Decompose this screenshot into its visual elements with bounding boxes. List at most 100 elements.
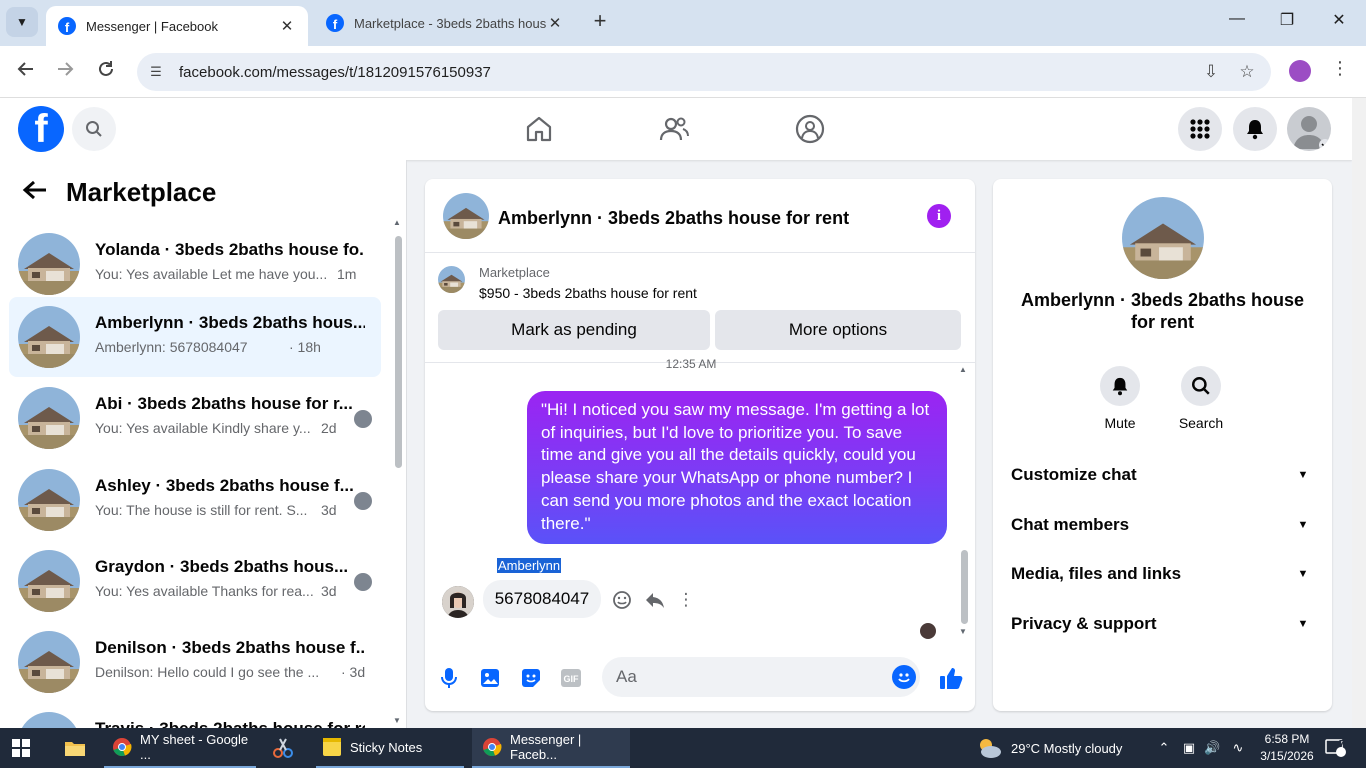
conversation-thumbnail <box>18 712 80 728</box>
customize-chat-section[interactable]: Customize chat ▼ <box>1001 453 1323 497</box>
close-window-button[interactable]: ✕ <box>1324 10 1354 34</box>
browser-menu-icon[interactable]: ⋮ <box>1330 58 1350 79</box>
start-button[interactable] <box>12 728 38 768</box>
tab-search-button[interactable]: ▼ <box>6 7 38 37</box>
facebook-logo-icon[interactable]: f <box>18 106 64 152</box>
home-nav-button[interactable] <box>523 113 555 145</box>
taskbar-chrome-messenger[interactable]: Messenger | Faceb... <box>472 728 630 768</box>
conversation-time: 2d <box>321 420 337 436</box>
listing-profile-image[interactable] <box>1122 197 1204 279</box>
reload-button[interactable] <box>93 59 119 85</box>
page-scrollbar[interactable] <box>1352 98 1366 728</box>
tray-chevron-up-icon[interactable]: ⌃ <box>1156 740 1172 756</box>
media-files-links-section[interactable]: Media, files and links ▼ <box>1001 552 1323 596</box>
mark-as-pending-button[interactable]: Mark as pending <box>438 310 710 350</box>
taskbar-sticky-notes[interactable]: Sticky Notes <box>316 728 464 768</box>
conversation-item[interactable]: Abi · 3beds 2baths house for r... You: Ye… <box>9 378 381 458</box>
chevron-down-icon: ▼ <box>1297 519 1309 531</box>
site-settings-icon[interactable]: ☰ <box>147 64 165 80</box>
react-emoji-icon[interactable] <box>611 589 633 611</box>
taskbar-label: MY sheet - Google ... <box>140 732 249 762</box>
emoji-picker-icon[interactable] <box>892 665 916 689</box>
conversation-item[interactable]: Graydon · 3beds 2baths hous... You: Yes a… <box>9 541 381 621</box>
clock[interactable]: 6:58 PM 3/15/2026 <box>1256 731 1318 765</box>
listing-small-thumbnail[interactable] <box>438 266 465 293</box>
weather-widget[interactable]: 29°C Mostly cloudy <box>975 728 1140 768</box>
account-avatar[interactable] <box>1287 107 1331 151</box>
privacy-support-section[interactable]: Privacy & support ▼ <box>1001 602 1323 646</box>
menu-button[interactable] <box>1178 107 1222 151</box>
scroll-up-icon[interactable]: ▲ <box>959 365 967 374</box>
section-label: Privacy & support <box>1011 614 1157 633</box>
scroll-thumb[interactable] <box>395 236 402 468</box>
gif-icon[interactable]: GIF <box>559 666 583 690</box>
file-explorer-button[interactable] <box>64 728 88 768</box>
volume-icon[interactable]: 🔊 <box>1204 740 1220 756</box>
facebook-search-button[interactable] <box>72 107 116 151</box>
friends-nav-button[interactable] <box>658 113 690 145</box>
tab-marketplace[interactable]: f Marketplace - 3beds 2baths house ✕ <box>314 6 576 40</box>
seen-avatar <box>354 410 372 428</box>
close-tab-icon[interactable]: ✕ <box>546 14 564 32</box>
taskbar-app-button[interactable] <box>272 728 300 768</box>
maximize-window-button[interactable]: ❐ <box>1272 10 1302 34</box>
device-icon[interactable]: ▣ <box>1181 740 1197 756</box>
listing-title[interactable]: $950 - 3beds 2baths house for rent <box>479 285 697 301</box>
conversation-item[interactable]: Yolanda · 3beds 2baths house fo... You: Y… <box>9 224 381 304</box>
install-app-icon[interactable]: ⇩ <box>1199 62 1223 82</box>
scroll-up-icon[interactable]: ▲ <box>393 218 401 227</box>
message-composer <box>602 657 920 697</box>
like-thumbs-up-icon[interactable] <box>937 664 965 692</box>
forward-button[interactable] <box>52 59 78 85</box>
house-photo-icon <box>18 306 80 368</box>
back-button[interactable] <box>13 59 39 85</box>
conversation-list-scrollbar[interactable]: ▲ ▼ <box>393 218 403 728</box>
tab-label: Marketplace - 3beds 2baths house <box>354 15 546 31</box>
message-input[interactable] <box>616 657 886 697</box>
back-arrow-icon[interactable] <box>22 176 50 208</box>
browser-tab-bar: ▼ f Messenger | Facebook ✕ f Marketplace… <box>0 0 1366 46</box>
close-tab-icon[interactable]: ✕ <box>278 17 296 35</box>
photo-icon[interactable] <box>478 666 502 690</box>
mute-button[interactable]: Mute <box>1090 366 1150 431</box>
chat-title[interactable]: Amberlynn · 3beds 2baths house for rent <box>498 208 849 229</box>
conversation-item[interactable]: Denilson · 3beds 2baths house f... Denils… <box>9 622 381 702</box>
chat-members-section[interactable]: Chat members ▼ <box>1001 503 1323 547</box>
message-timestamp: 12:35 AM <box>665 357 717 371</box>
taskbar-label: Messenger | Faceb... <box>510 732 582 762</box>
arrow-left-icon <box>17 62 33 76</box>
scroll-down-icon[interactable]: ▼ <box>393 716 401 725</box>
sticker-icon[interactable] <box>519 666 543 690</box>
incoming-message-bubble[interactable]: 5678084047 <box>483 580 601 618</box>
more-options-button[interactable]: More options <box>715 310 961 350</box>
voice-clip-icon[interactable] <box>437 666 461 690</box>
network-icon[interactable]: ∿ <box>1230 740 1246 756</box>
taskbar-chrome-sheet[interactable]: MY sheet - Google ... <box>104 728 256 768</box>
info-icon[interactable]: i <box>927 204 951 228</box>
minimize-window-button[interactable]: — <box>1222 10 1252 34</box>
notifications-button[interactable] <box>1233 107 1277 151</box>
reply-icon[interactable] <box>644 589 666 611</box>
new-tab-button[interactable]: + <box>588 10 612 34</box>
scroll-thumb[interactable] <box>961 550 968 624</box>
chevron-down-icon: ▼ <box>1297 568 1309 580</box>
chevron-down-icon: ▼ <box>16 15 28 29</box>
conversation-item[interactable]: Amberlynn · 3beds 2baths hous... Amberlyn… <box>9 297 381 377</box>
more-actions-icon[interactable]: ⋮ <box>675 589 697 611</box>
outgoing-message-bubble[interactable]: "Hi! I noticed you saw my message. I'm g… <box>527 391 947 544</box>
conversation-item[interactable]: Travis · 3beds 2baths house for rent <box>9 703 381 728</box>
notification-center-button[interactable]: 7 <box>1325 728 1351 768</box>
search-in-chat-button[interactable]: Search <box>1171 366 1231 431</box>
conversation-item[interactable]: Ashley · 3beds 2baths house f... You: The… <box>9 460 381 540</box>
sender-avatar[interactable] <box>442 586 474 618</box>
tab-messenger[interactable]: f Messenger | Facebook ✕ <box>46 6 308 46</box>
bookmark-star-icon[interactable]: ☆ <box>1235 62 1259 82</box>
conversation-thumbnail <box>18 233 80 295</box>
groups-nav-button[interactable] <box>794 113 826 145</box>
browser-profile-avatar[interactable] <box>1289 60 1311 82</box>
panel-title: Marketplace <box>66 176 217 207</box>
address-bar[interactable]: ☰ facebook.com/messages/t/18120915761509… <box>137 53 1271 91</box>
listing-thumbnail[interactable] <box>443 193 489 239</box>
chat-scrollbar[interactable]: ▲ ▼ <box>959 365 971 637</box>
scroll-down-icon[interactable]: ▼ <box>959 627 967 636</box>
